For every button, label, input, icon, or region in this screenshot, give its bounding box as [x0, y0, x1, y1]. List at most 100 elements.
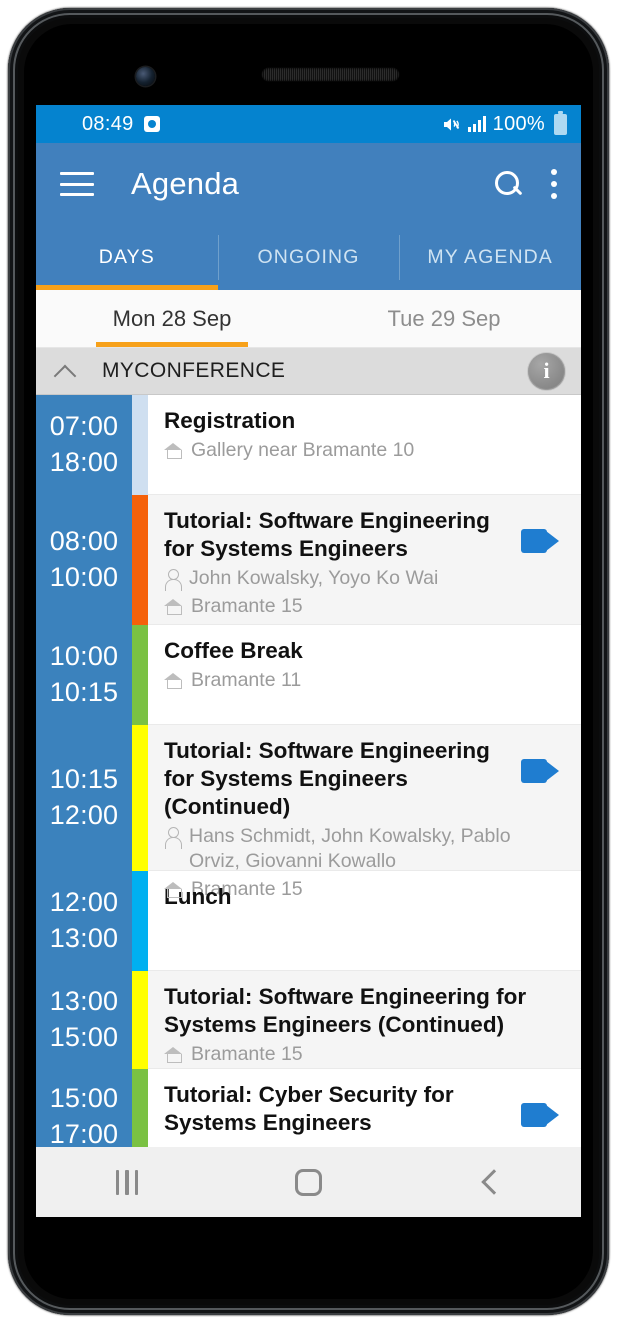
event-color-strip	[132, 971, 148, 1069]
event-start-time: 13:00	[49, 986, 119, 1017]
date-tab-strip: Mon 28 Sep Tue 29 Sep	[36, 290, 581, 348]
event-body: Tutorial: Software Engineering for Syste…	[148, 725, 581, 900]
agenda-list: 07:00 18:00 Registration Gallery near Brama…	[36, 395, 581, 1164]
event-end-time: 13:00	[49, 923, 119, 953]
info-icon[interactable]: i	[528, 352, 565, 390]
signal-bars-icon	[467, 116, 486, 132]
status-bar: 08:49 100%	[36, 105, 581, 143]
agenda-event-row[interactable]: 10:00 10:15 Coffee Break Bramante 11	[36, 625, 581, 725]
app-notification-icon	[143, 116, 160, 132]
event-text-block: Registration Gallery near Bramante 10	[164, 407, 569, 463]
event-start-time: 12:00	[49, 887, 119, 918]
back-icon	[479, 1171, 501, 1193]
tab-days[interactable]: DAYS	[36, 225, 218, 290]
event-location: Bramante 15	[164, 594, 515, 619]
event-location: Bramante 15	[164, 1042, 569, 1067]
event-title: Tutorial: Software Engineering for Syste…	[164, 738, 490, 819]
person-icon	[164, 568, 182, 591]
battery-percent-label: 100%	[492, 112, 545, 135]
event-time-column: 10:15 12:00	[36, 725, 132, 871]
front-camera-icon	[136, 67, 155, 86]
status-right-icons: 100%	[442, 110, 567, 136]
event-time-column: 10:00 10:15	[36, 625, 132, 725]
event-color-strip	[132, 625, 148, 725]
event-start-time: 15:00	[49, 1082, 119, 1113]
event-color-strip	[132, 395, 148, 495]
search-icon[interactable]	[493, 169, 523, 199]
home-button-icon	[295, 1168, 322, 1196]
video-icon[interactable]	[521, 1103, 559, 1127]
event-speakers-label: Hans Schmidt, John Kowalsky, Pablo Orviz…	[189, 824, 511, 872]
tab-bar: DAYS ONGOING MY AGENDA	[36, 225, 581, 290]
event-start-time: 07:00	[49, 411, 119, 442]
event-speakers: Hans Schmidt, John Kowalsky, Pablo Orviz…	[164, 824, 515, 874]
video-icon[interactable]	[521, 759, 559, 783]
section-header-myconference[interactable]: MYCONFERENCE i	[36, 348, 581, 395]
event-time-column: 07:00 18:00	[36, 395, 132, 495]
hamburger-icon[interactable]	[60, 172, 94, 196]
home-button[interactable]	[218, 1168, 400, 1196]
event-title: Tutorial: Cyber Security for Systems Eng…	[164, 1082, 454, 1135]
page-title: Agenda	[131, 166, 240, 201]
event-title: Registration	[164, 408, 296, 433]
event-location: Gallery near Bramante 10	[164, 438, 569, 463]
agenda-event-row[interactable]: 08:00 10:00 Tutorial: Software Engineering…	[36, 495, 581, 625]
recents-icon	[115, 1169, 139, 1195]
tab-days-label: DAYS	[98, 246, 155, 268]
event-location-label: Bramante 15	[191, 1042, 303, 1065]
info-icon-glyph: i	[543, 358, 550, 383]
event-body: Tutorial: Software Engineering for Syste…	[148, 495, 581, 625]
event-text-block: Tutorial: Cyber Security for Systems Eng…	[164, 1081, 515, 1137]
event-body: Registration Gallery near Bramante 10	[148, 395, 581, 495]
event-title: Tutorial: Software Engineering for Syste…	[164, 508, 490, 561]
event-start-time: 08:00	[49, 526, 119, 557]
event-speakers: John Kowalsky, Yoyo Ko Wai	[164, 566, 515, 591]
tab-ongoing-label: ONGOING	[257, 246, 360, 268]
event-start-time: 10:00	[49, 641, 119, 672]
mute-icon	[442, 115, 461, 134]
event-color-strip	[132, 495, 148, 625]
kebab-menu-icon[interactable]	[551, 169, 557, 199]
event-location-label: Bramante 15	[191, 594, 303, 617]
event-start-time: 10:15	[49, 764, 119, 795]
agenda-event-row[interactable]: 10:15 12:00 Tutorial: Software Engineering…	[36, 725, 581, 900]
home-icon	[164, 1046, 183, 1066]
event-body: Lunch	[148, 871, 581, 971]
tab-my-agenda[interactable]: MY AGENDA	[399, 225, 581, 290]
event-end-time: 15:00	[49, 1022, 119, 1052]
event-location-label: Bramante 11	[191, 668, 302, 691]
event-color-strip	[132, 725, 148, 871]
event-end-time: 18:00	[49, 447, 119, 477]
event-body: Coffee Break Bramante 11	[148, 625, 581, 725]
chevron-up-icon[interactable]	[52, 358, 78, 384]
date-tab-tue-29-sep[interactable]: Tue 29 Sep	[308, 290, 580, 347]
event-text-block: Tutorial: Software Engineering for Syste…	[164, 983, 569, 1067]
video-icon[interactable]	[521, 529, 559, 553]
android-nav-bar	[36, 1147, 581, 1217]
event-end-time: 10:00	[49, 562, 119, 592]
section-title: MYCONFERENCE	[102, 359, 286, 382]
home-icon	[164, 672, 183, 692]
event-text-block: Tutorial: Software Engineering for Syste…	[164, 507, 515, 619]
tab-my-agenda-label: MY AGENDA	[427, 246, 553, 268]
battery-icon	[554, 110, 567, 135]
date-tab-label: Tue 29 Sep	[387, 305, 501, 331]
event-end-time: 10:15	[49, 677, 119, 707]
home-icon	[164, 881, 183, 901]
recents-button[interactable]	[36, 1169, 218, 1195]
tab-ongoing[interactable]: ONGOING	[217, 225, 400, 290]
event-end-time: 12:00	[49, 800, 119, 830]
agenda-event-row[interactable]: 12:00 13:00 Lunch	[36, 871, 581, 971]
back-button[interactable]	[399, 1171, 581, 1193]
earpiece-speaker	[262, 68, 399, 81]
event-time-column: 08:00 10:00	[36, 495, 132, 625]
event-time-column: 13:00 15:00	[36, 971, 132, 1069]
date-tab-mon-28-sep[interactable]: Mon 28 Sep	[36, 290, 308, 347]
home-icon	[164, 598, 183, 618]
agenda-event-row[interactable]: 07:00 18:00 Registration Gallery near Brama…	[36, 395, 581, 495]
event-title: Lunch	[164, 884, 232, 909]
person-icon	[164, 826, 182, 849]
phone-screen: 08:49 100% Agenda DAYS ONGOING MY AGENDA…	[36, 105, 581, 1217]
status-clock: 08:49	[82, 112, 134, 135]
agenda-event-row[interactable]: 13:00 15:00 Tutorial: Software Engineering…	[36, 971, 581, 1069]
